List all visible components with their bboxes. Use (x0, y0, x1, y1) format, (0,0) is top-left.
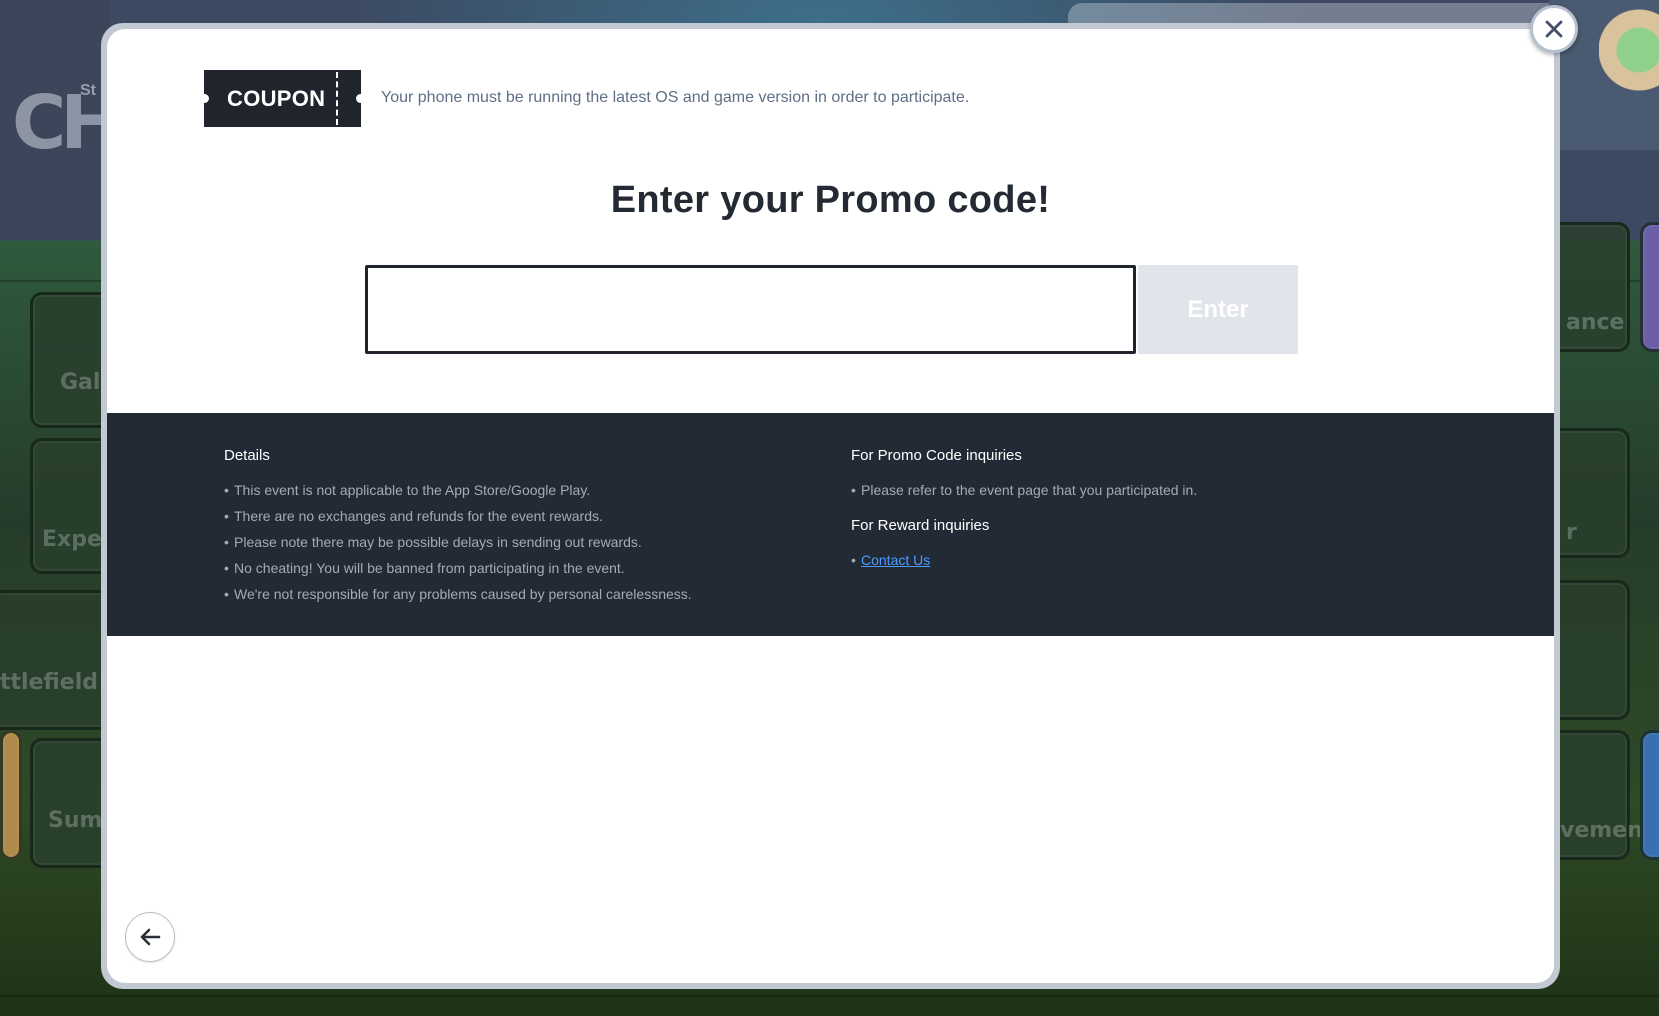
list-item: We're not responsible for any problems c… (224, 581, 784, 607)
character-portrait (1599, 0, 1659, 150)
enter-button[interactable]: Enter (1138, 265, 1298, 354)
close-icon (1545, 20, 1563, 38)
details-list: This event is not applicable to the App … (224, 477, 784, 607)
divider (0, 995, 1659, 997)
back-button[interactable] (125, 912, 175, 962)
menu-tile-label: ttlefield (0, 670, 99, 695)
details-heading: Details (224, 447, 270, 464)
menu-tile (1640, 222, 1659, 352)
list-item: Contact Us (851, 547, 1411, 573)
coupon-badge: COUPON (200, 70, 365, 127)
list-item: This event is not applicable to the App … (224, 477, 784, 503)
menu-tile-label: r (1566, 520, 1577, 545)
info-panel: Details This event is not applicable to … (107, 413, 1554, 636)
modal-header: COUPON Your phone must be running the la… (107, 29, 1554, 413)
reward-inquiries-list: Contact Us (851, 547, 1411, 573)
badge-perforation (336, 72, 338, 125)
page-title: Enter your Promo code! (610, 179, 1051, 221)
menu-tile-label: ance (1566, 310, 1625, 335)
requirement-notice: Your phone must be running the latest OS… (381, 89, 970, 106)
list-item: No cheating! You will be banned from par… (224, 555, 784, 581)
coupon-badge-label: COUPON (227, 85, 326, 111)
badge-notch (356, 94, 365, 103)
inquiries-section: For Promo Code inquiries Please refer to… (851, 447, 1411, 573)
promo-code-input[interactable] (365, 265, 1136, 354)
list-item: There are no exchanges and refunds for t… (224, 503, 784, 529)
menu-tile (1640, 730, 1659, 860)
menu-tile (0, 590, 110, 730)
menu-tile (0, 730, 22, 860)
promo-code-modal: COUPON Your phone must be running the la… (107, 29, 1554, 983)
promo-inquiries-heading: For Promo Code inquiries (851, 447, 1022, 464)
reward-inquiries-heading: For Reward inquiries (851, 517, 990, 534)
badge-notch (200, 94, 209, 103)
contact-us-link[interactable]: Contact Us (861, 552, 930, 568)
details-section: Details This event is not applicable to … (224, 447, 784, 607)
list-item: Please refer to the event page that you … (851, 477, 1411, 503)
promo-inquiries-list: Please refer to the event page that you … (851, 477, 1411, 503)
close-button[interactable] (1530, 5, 1578, 53)
game-logo-small: St (80, 82, 96, 99)
list-item: Please note there may be possible delays… (224, 529, 784, 555)
arrow-left-icon (140, 928, 161, 946)
